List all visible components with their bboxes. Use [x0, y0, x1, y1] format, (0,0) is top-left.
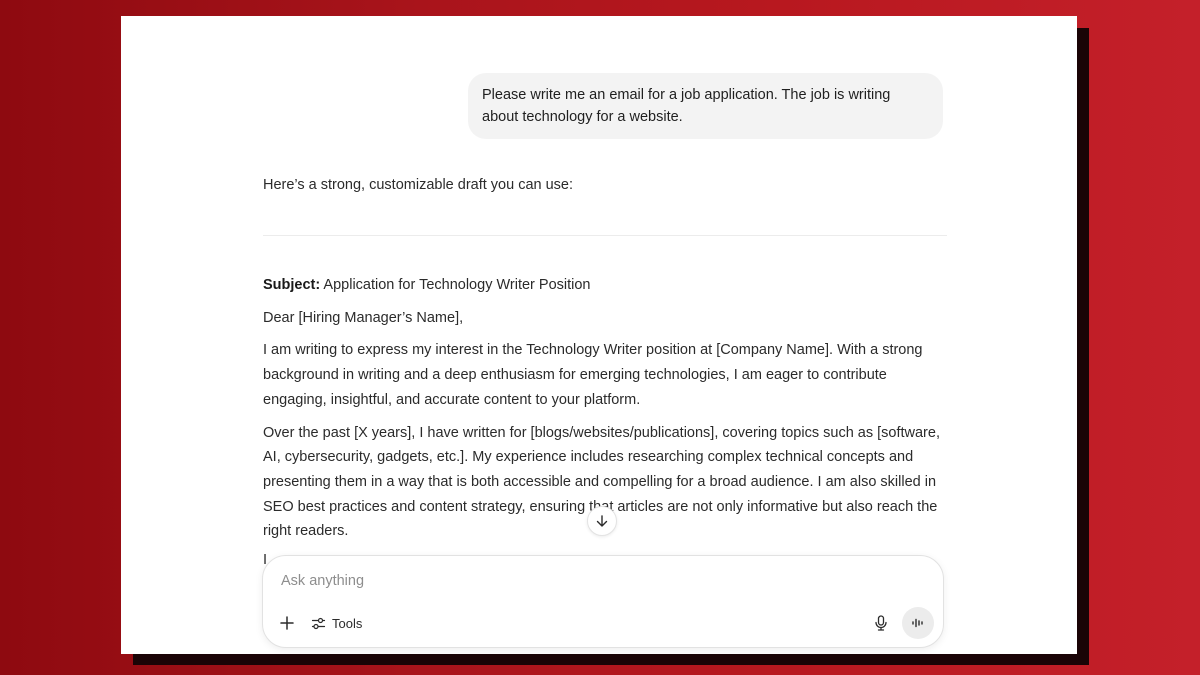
voice-mode-button[interactable] [902, 607, 934, 639]
plus-icon [280, 616, 294, 630]
email-subject-line: Subject: Application for Technology Writ… [263, 273, 947, 298]
user-message-bubble: Please write me an email for a job appli… [468, 73, 943, 139]
email-paragraph-1: I am writing to express my interest in t… [263, 342, 923, 408]
tools-button[interactable]: Tools [311, 613, 362, 633]
voice-waveform-icon [912, 618, 923, 628]
email-subject-text: Application for Technology Writer Positi… [320, 277, 591, 293]
scroll-to-bottom-button[interactable] [587, 506, 617, 536]
tools-label: Tools [332, 615, 363, 631]
divider [263, 235, 947, 236]
email-subject-label: Subject: [263, 277, 321, 293]
message-composer: Tools [262, 555, 944, 648]
user-message-text: Please write me an email for a job appli… [482, 87, 891, 125]
add-attachment-button[interactable] [276, 612, 298, 634]
assistant-intro-text: Here’s a strong, customizable draft you … [263, 177, 574, 193]
microphone-icon [875, 615, 887, 631]
sliders-icon [311, 617, 326, 629]
dictate-button[interactable] [870, 612, 892, 634]
arrow-down-icon [596, 515, 608, 527]
chat-window: Please write me an email for a job appli… [121, 16, 1077, 654]
message-input[interactable] [281, 573, 841, 589]
email-greeting: Dear [Hiring Manager’s Name], [263, 309, 464, 326]
